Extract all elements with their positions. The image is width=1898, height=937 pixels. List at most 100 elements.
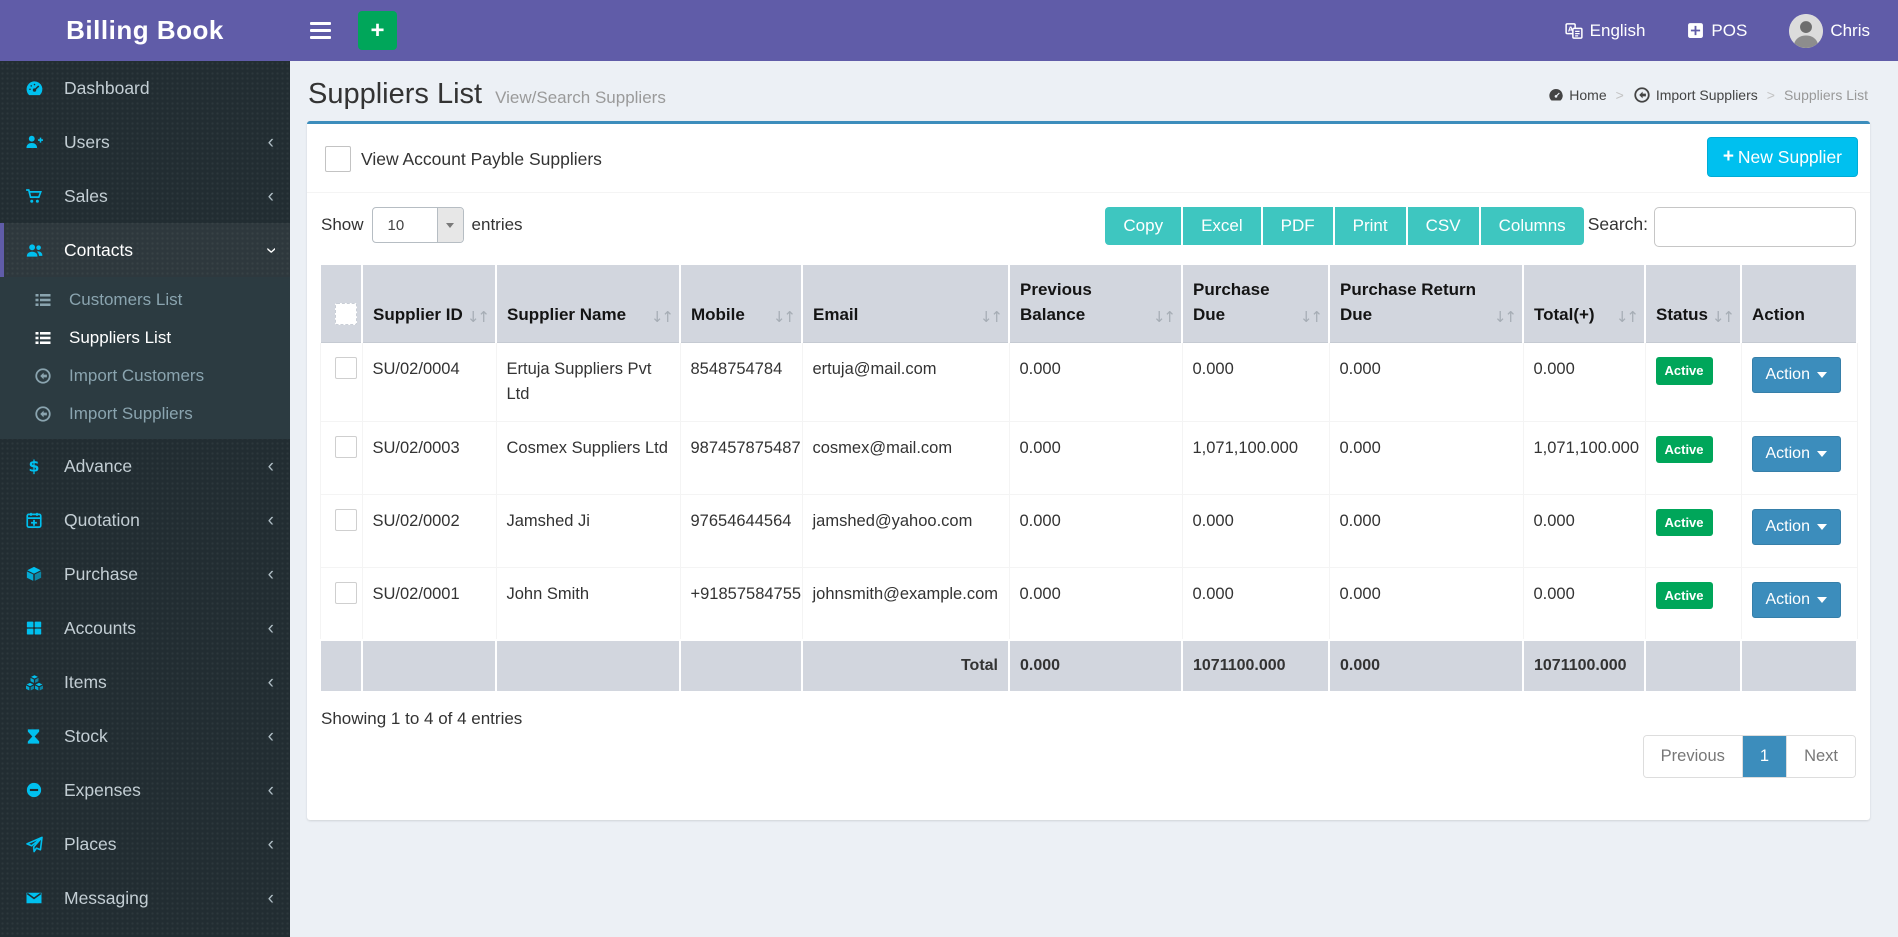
cell-previous-balance: 0.000 [1008,342,1183,422]
cell-purchase-due: 0.000 [1181,493,1330,568]
sidebar-item-accounts[interactable]: Accounts ‹ [0,601,290,655]
suppliers-panel: View Account Payble Suppliers + New Suppl… [307,121,1870,821]
paper-plane-icon [25,835,51,854]
user-menu[interactable]: Chris [1789,13,1870,48]
language-label: English [1589,20,1646,40]
group-icon [25,241,51,260]
cell-purchase-due: 0.000 [1181,342,1330,422]
page-title: Suppliers List [308,78,483,110]
column-header-select [319,263,363,344]
cell-purchase-due: 1,071,100.000 [1181,420,1330,495]
sidebar-item-sales[interactable]: Sales ‹ [0,169,290,223]
sidebar-item-advance[interactable]: $ Advance ‹ [0,439,290,493]
sidebar-item-places[interactable]: Places ‹ [0,817,290,871]
caret-down-icon [1816,523,1827,535]
suppliers-table: Supplier ID ↓↑ Supplier Name ↓↑ Mobile ↓↑ Emai… [319,263,1858,694]
cell-supplier-name: Cosmex Suppliers Ltd [495,420,681,495]
export-copy-button[interactable]: Copy [1105,207,1184,245]
column-header-purchase-return-due[interactable]: Purchase Return Due ↓↑ [1328,263,1524,344]
export-print-button[interactable]: Print [1334,207,1408,245]
column-header-total[interactable]: Total(+) ↓↑ [1522,263,1646,344]
sidebar-subitem-customers-list[interactable]: Customers List [0,281,290,319]
sidebar-item-messaging[interactable]: Messaging ‹ [0,871,290,925]
breadcrumb-home[interactable]: Home [1548,87,1607,103]
cell-supplier-id: SU/02/0004 [361,342,497,422]
sidebar-item-contacts[interactable]: Contacts ‹ [0,223,290,277]
breadcrumb-import-suppliers[interactable]: Import Suppliers [1633,86,1758,104]
cell-previous-balance: 0.000 [1008,493,1183,568]
sidebar-item-label: Dashboard [64,77,150,98]
page-length-select[interactable]: 10 [371,207,464,243]
topbar: Billing Book + A English POS Chris [0,0,1898,61]
column-header-previous-balance[interactable]: Previous Balance ↓↑ [1008,263,1183,344]
action-dropdown-button[interactable]: Action [1751,508,1841,545]
sidebar-item-label: Places [64,833,117,854]
import-circle-icon [34,405,58,423]
action-dropdown-button[interactable]: Action [1751,435,1841,472]
sidebar-item-expenses[interactable]: Expenses ‹ [0,763,290,817]
sidebar-item-purchase[interactable]: Purchase ‹ [0,547,290,601]
export-columns-button[interactable]: Columns [1480,207,1584,245]
sort-icon: ↓↑ [650,307,674,326]
cell-total: 0.000 [1522,342,1646,422]
column-header-status[interactable]: Status ↓↑ [1644,263,1742,344]
cell-purchase-return-due: 0.000 [1328,493,1524,568]
pagination-previous-button[interactable]: Previous [1643,736,1743,778]
new-supplier-button[interactable]: + New Supplier [1706,137,1858,177]
chevron-down-icon [436,208,463,242]
search-input[interactable] [1654,207,1856,247]
view-account-payable-checkbox[interactable] [325,146,351,172]
sort-icon: ↓↑ [1493,307,1517,326]
row-checkbox[interactable] [334,581,357,604]
export-excel-button[interactable]: Excel [1183,207,1263,245]
show-label: Show [321,215,364,234]
pagination-page-1[interactable]: 1 [1742,736,1788,778]
total-empty-cell [361,639,497,694]
row-checkbox[interactable] [334,357,357,380]
total-row: Total 0.000 1071100.000 0.000 1071100.000 [319,639,1858,694]
sidebar-toggle-button[interactable] [306,0,350,61]
total-label: Total [801,639,1010,694]
sidebar-item-label: Users [64,131,110,152]
sidebar-item-stock[interactable]: Stock ‹ [0,709,290,763]
cell-purchase-return-due: 0.000 [1328,342,1524,422]
export-pdf-button[interactable]: PDF [1262,207,1335,245]
column-header-supplier-id[interactable]: Supplier ID ↓↑ [361,263,497,344]
column-header-supplier-name[interactable]: Supplier Name ↓↑ [495,263,681,344]
action-dropdown-button[interactable]: Action [1751,581,1841,618]
language-selector[interactable]: A English [1565,20,1646,41]
sort-icon: ↓↑ [1299,307,1323,326]
hamburger-icon [310,22,331,25]
chevron-left-icon: ‹ [267,185,274,207]
quick-add-button[interactable]: + [358,11,397,50]
select-all-checkbox[interactable] [335,303,357,326]
sidebar-item-users[interactable]: Users ‹ [0,115,290,169]
sidebar-item-items[interactable]: Items ‹ [0,655,290,709]
cell-purchase-return-due: 0.000 [1328,420,1524,495]
status-badge: Active [1655,435,1713,464]
pagination-next-button[interactable]: Next [1787,736,1855,778]
sidebar-subitem-import-customers[interactable]: Import Customers [0,357,290,395]
row-checkbox[interactable] [334,435,357,458]
export-csv-button[interactable]: CSV [1407,207,1481,245]
chevron-down-icon: ‹ [260,246,282,254]
cell-supplier-id: SU/02/0001 [361,566,497,641]
column-header-purchase-due[interactable]: Purchase Due ↓↑ [1181,263,1330,344]
brand-logo[interactable]: Billing Book [0,0,290,61]
sidebar-subitem-suppliers-list[interactable]: Suppliers List [0,319,290,357]
breadcrumb-separator: > [1615,87,1624,103]
column-header-email[interactable]: Email ↓↑ [801,263,1010,344]
column-header-mobile[interactable]: Mobile ↓↑ [679,263,803,344]
sidebar-item-dashboard[interactable]: Dashboard [0,61,290,115]
sidebar-subitem-import-suppliers[interactable]: Import Suppliers [0,395,290,433]
action-dropdown-button[interactable]: Action [1751,357,1841,394]
row-checkbox[interactable] [334,508,357,531]
cell-previous-balance: 0.000 [1008,420,1183,495]
view-account-payable-label: View Account Payble Suppliers [361,148,602,169]
calendar-plus-icon [25,511,51,529]
sidebar-subitem-label: Suppliers List [69,328,172,347]
sidebar-item-quotation[interactable]: Quotation ‹ [0,493,290,547]
pos-button[interactable]: POS [1687,21,1747,41]
sort-icon: ↓↑ [1711,307,1735,326]
cell-mobile: +91857584755 [679,566,803,641]
